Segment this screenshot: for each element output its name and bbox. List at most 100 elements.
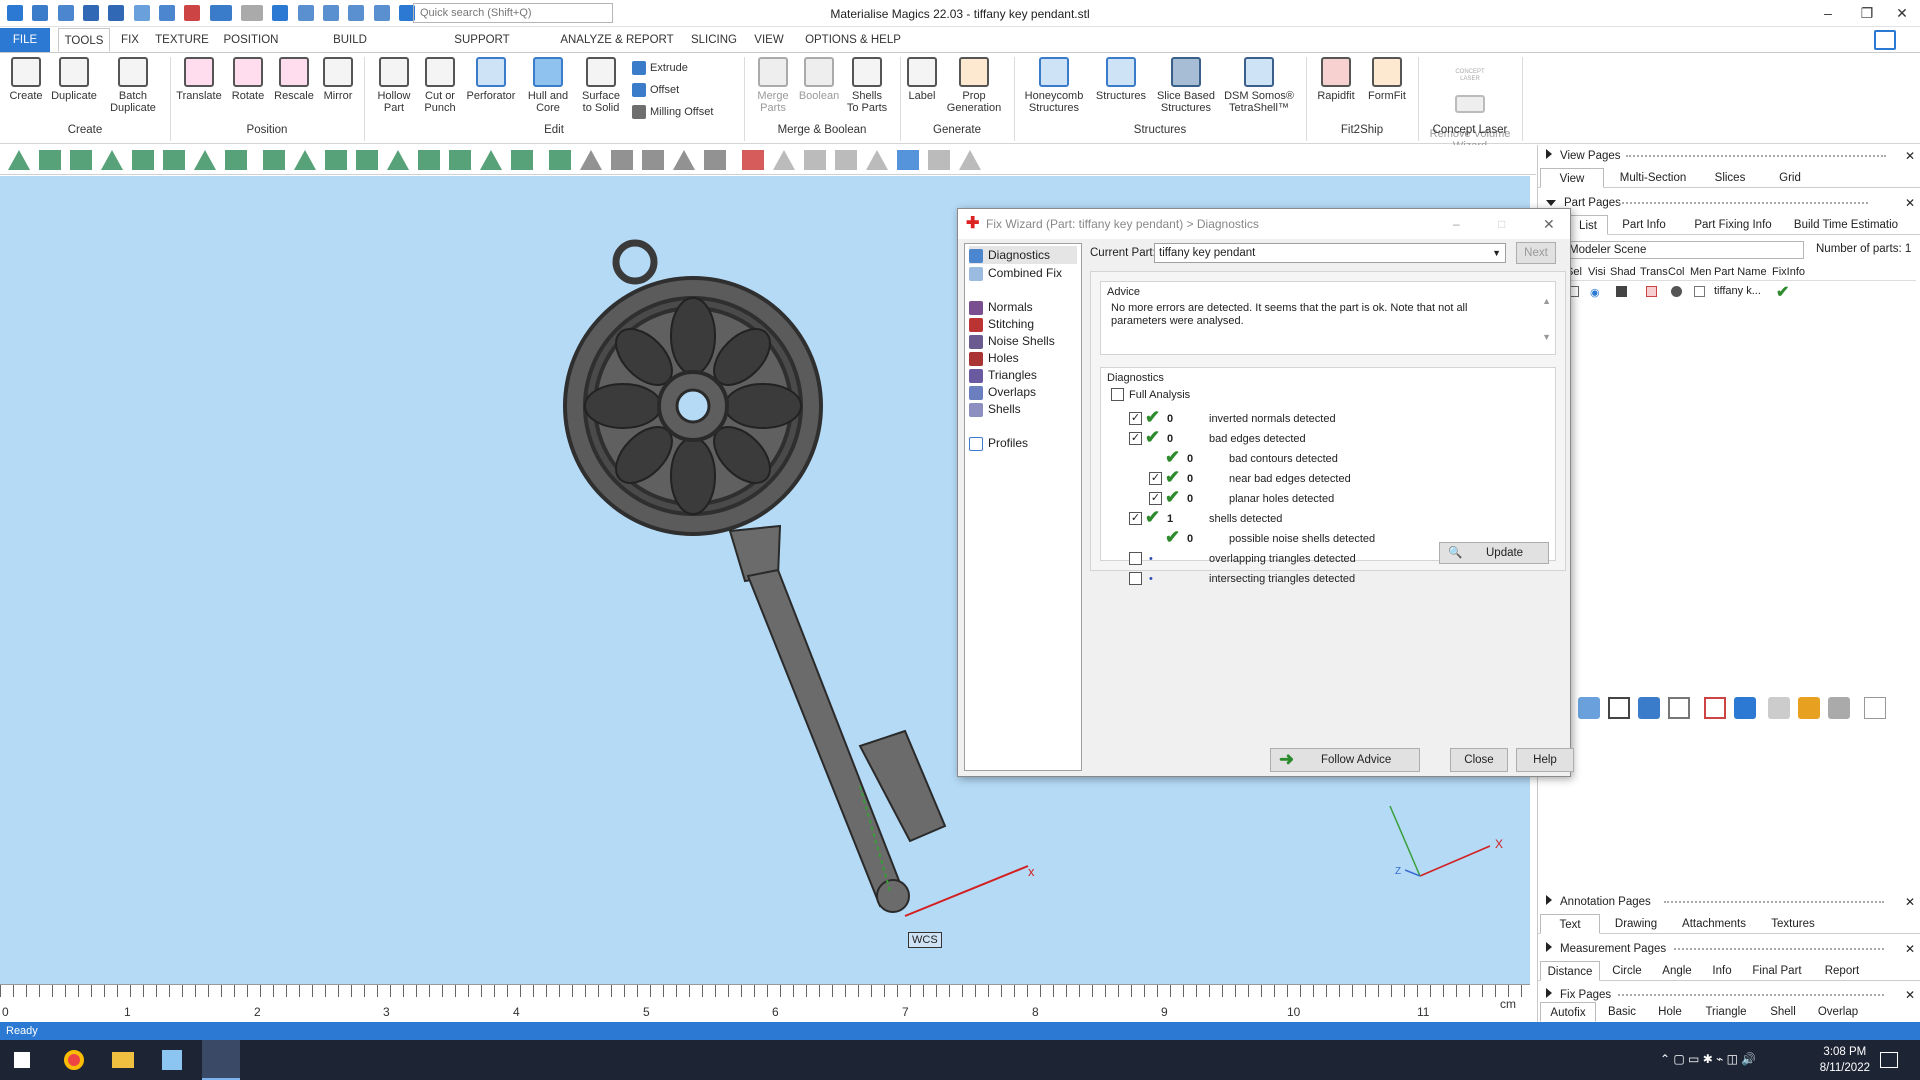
toolbar-tool-icon[interactable] (959, 150, 981, 170)
tab-build-preparation[interactable]: BUILD PREPARATION (292, 28, 408, 70)
notification-icon[interactable] (1880, 1052, 1898, 1068)
new-icon[interactable] (32, 5, 49, 21)
system-tray-icons[interactable]: ⌃ ▢ ▭ ✱ ⌁ ◫ 🔊 (1660, 1052, 1756, 1066)
tab-angle[interactable]: Angle (1654, 961, 1700, 981)
toolbar-tool-icon[interactable] (611, 150, 633, 170)
nav-normals[interactable]: Normals (969, 298, 1077, 316)
windows-start-icon[interactable] (14, 1052, 30, 1068)
toolbar-tool-icon[interactable] (449, 150, 471, 170)
tab-tools[interactable]: TOOLS (58, 28, 110, 52)
dsm-somos-button[interactable]: DSM Somos® TetraShell™ (1220, 57, 1298, 114)
part-tool-icon[interactable] (1638, 697, 1660, 719)
formfit-button[interactable]: FormFit (1364, 57, 1410, 102)
honeycomb-structures-button[interactable]: Honeycomb Structures (1020, 57, 1088, 114)
diagnostic-checkbox[interactable]: ✓ (1129, 412, 1142, 425)
quick-search-input[interactable]: Quick search (Shift+Q) (413, 3, 613, 23)
toolbar-tool-icon[interactable] (866, 150, 888, 170)
close-icon[interactable]: ✕ (1905, 892, 1915, 912)
hull-core-button[interactable]: Hull and Core (522, 57, 574, 114)
update-button[interactable]: 🔍 Update (1439, 542, 1549, 564)
toolbar-tool-icon[interactable] (480, 150, 502, 170)
current-part-select[interactable]: tiffany key pendant ▼ (1154, 243, 1506, 263)
close-part-icon[interactable] (184, 5, 201, 21)
part-tool-icon[interactable] (1668, 697, 1690, 719)
mesh-icon[interactable] (1694, 286, 1705, 297)
tab-info[interactable]: Info (1704, 961, 1740, 981)
scene-select[interactable]: Modeler Scene (1564, 241, 1804, 259)
zoom-icon[interactable] (348, 5, 365, 21)
tab-circle[interactable]: Circle (1604, 961, 1650, 981)
part-list-row[interactable]: ◉ tiffany k... ✔ (1564, 283, 1916, 301)
tab-support-generation[interactable]: SUPPORT GENERATION (416, 28, 548, 70)
hollow-part-button[interactable]: Hollow Part (370, 57, 418, 114)
rapidfit-button[interactable]: Rapidfit (1310, 57, 1362, 102)
tab-list[interactable]: List (1568, 215, 1608, 235)
chrome-icon[interactable] (64, 1050, 84, 1070)
tab-view-page[interactable]: View (1540, 168, 1604, 188)
toolbar-tool-icon[interactable] (325, 150, 347, 170)
prop-generation-button[interactable]: Prop Generation (942, 57, 1006, 114)
part-tool-icon[interactable] (1578, 697, 1600, 719)
toolbar-tool-icon[interactable] (742, 150, 764, 170)
next-button[interactable]: Next (1516, 242, 1556, 264)
redo-icon[interactable] (241, 5, 264, 21)
tab-attachments[interactable]: Attachments (1672, 914, 1756, 934)
magics-icon[interactable] (162, 1050, 182, 1070)
app-logo-icon[interactable] (7, 5, 23, 21)
import-icon[interactable] (133, 5, 150, 21)
toolbar-tool-icon[interactable] (132, 150, 154, 170)
save-icon[interactable] (83, 5, 100, 21)
part-tool-icon[interactable] (1828, 697, 1850, 719)
part-tool-icon[interactable] (1734, 697, 1756, 719)
select-icon[interactable] (272, 5, 289, 21)
part-tool-icon[interactable] (1608, 697, 1630, 719)
tab-shell[interactable]: Shell (1760, 1002, 1806, 1022)
close-icon[interactable]: ✕ (1905, 146, 1915, 166)
toolbar-tool-icon[interactable] (263, 150, 285, 170)
save-as-icon[interactable] (159, 5, 176, 21)
structures-button[interactable]: Structures (1090, 57, 1152, 102)
active-app-icon[interactable] (202, 1040, 240, 1080)
select-triangle-icon[interactable] (297, 5, 314, 21)
scroll-down-icon[interactable]: ▼ (1542, 332, 1551, 342)
toolbar-tool-icon[interactable] (356, 150, 378, 170)
label-button[interactable]: Label (904, 57, 940, 102)
tab-slices[interactable]: Slices (1702, 168, 1758, 188)
tab-drawing[interactable]: Drawing (1604, 914, 1668, 934)
diagnostic-checkbox[interactable]: ✓ (1149, 492, 1162, 505)
clock[interactable]: 3:08 PM 8/11/2022 (1820, 1044, 1870, 1076)
tab-position[interactable]: POSITION (218, 28, 284, 52)
tab-analyze-report[interactable]: ANALYZE & REPORT (556, 28, 678, 52)
tab-textures[interactable]: Textures (1760, 914, 1826, 934)
nav-overlaps[interactable]: Overlaps (969, 383, 1077, 401)
measurement-pages-header[interactable]: Measurement Pages ✕ (1538, 939, 1920, 959)
perforator-button[interactable]: Perforator (462, 57, 520, 102)
toolbar-tool-icon[interactable] (804, 150, 826, 170)
undo-icon[interactable] (209, 5, 232, 21)
tab-report[interactable]: Report (1814, 961, 1870, 981)
diagnostic-checkbox[interactable]: ✓ (1149, 472, 1162, 485)
minimize-icon[interactable]: – (1808, 2, 1848, 24)
toolbar-tool-icon[interactable] (928, 150, 950, 170)
tab-options-help[interactable]: OPTIONS & HELP (800, 28, 906, 52)
full-analysis-checkbox[interactable] (1111, 388, 1124, 401)
save-all-icon[interactable] (108, 5, 125, 21)
tab-autofix[interactable]: Autofix (1540, 1002, 1596, 1022)
diagnostic-checkbox[interactable]: ✓ (1129, 512, 1142, 525)
tab-file[interactable]: FILE (0, 28, 50, 52)
rotate-button[interactable]: Rotate (226, 57, 270, 102)
color-icon[interactable] (1671, 286, 1682, 297)
offset-button[interactable]: Offset (632, 83, 679, 97)
toolbar-tool-icon[interactable] (773, 150, 795, 170)
tab-final-part[interactable]: Final Part (1744, 961, 1810, 981)
select-part-icon[interactable] (323, 5, 340, 21)
nav-combined-fix[interactable]: Combined Fix (969, 264, 1077, 282)
tab-basic[interactable]: Basic (1600, 1002, 1644, 1022)
extrude-button[interactable]: Extrude (632, 61, 688, 75)
diagnostic-checkbox[interactable]: ✓ (1129, 432, 1142, 445)
annotation-pages-header[interactable]: Annotation Pages ✕ (1538, 892, 1920, 912)
follow-advice-button[interactable]: ➜ Follow Advice (1270, 748, 1420, 772)
nav-noise-shells[interactable]: Noise Shells (969, 332, 1077, 350)
toolbar-tool-icon[interactable] (70, 150, 92, 170)
shells-to-parts-button[interactable]: Shells To Parts (842, 57, 892, 114)
